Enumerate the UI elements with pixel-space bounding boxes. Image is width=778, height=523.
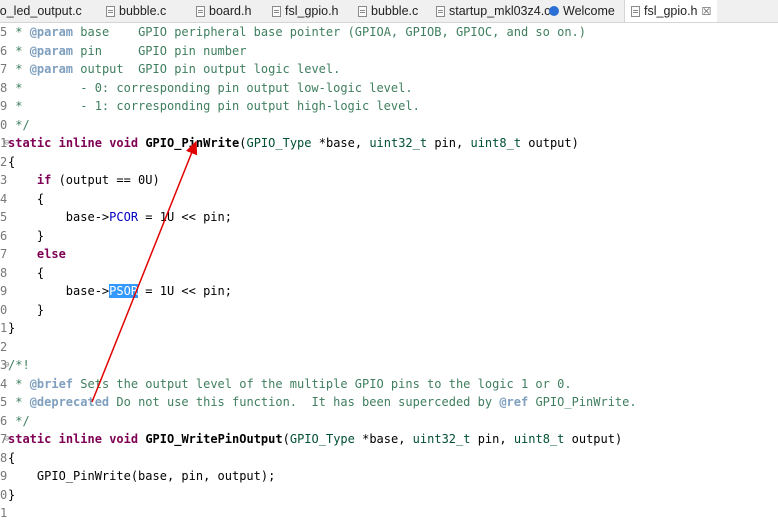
code-line[interactable]: 1	[0, 504, 778, 523]
code-line[interactable]: 3 ⊖/*!	[0, 356, 778, 375]
tab-fsl-gpio-h-active[interactable]: fsl_gpio.h ☒	[624, 0, 718, 22]
code-text: * @param output GPIO pin output logic le…	[8, 62, 341, 76]
code-text: }	[8, 228, 45, 243]
tab-label: board.h	[209, 4, 252, 18]
tab-board-h[interactable]: board.h	[196, 0, 251, 22]
code-text: {	[8, 191, 45, 206]
code-text: * - 0: corresponding pin output low-logi…	[8, 80, 413, 95]
code-line[interactable]: 7 * @param output GPIO pin output logic …	[0, 60, 778, 79]
code-line[interactable]: 9 * - 1: corresponding pin output high-l…	[0, 97, 778, 116]
code-line[interactable]: 8 * - 0: corresponding pin output low-lo…	[0, 79, 778, 98]
code-line[interactable]: 1 ⊖ static inline void GPIO_PinWrite(GPIO_…	[0, 134, 778, 153]
globe-icon	[549, 6, 559, 16]
tab-label: bubble.c	[119, 4, 167, 18]
code-text: {	[8, 154, 16, 169]
code-text: }	[8, 302, 45, 317]
code-line[interactable]: 0}	[0, 486, 778, 505]
code-text: else	[36, 247, 66, 261]
h-file-icon	[196, 6, 205, 17]
code-text: */	[8, 117, 30, 132]
code-text: * @deprecated Do not use this function. …	[8, 395, 637, 409]
tab-bubble-c-2[interactable]: bubble.c	[358, 0, 418, 22]
c-file-icon	[358, 6, 367, 17]
editor-tab-bar: io_led_output.c bubble.c board.h fsl_gpi…	[0, 0, 778, 23]
code-line[interactable]: 9 base->PSOR = 1U << pin;	[0, 282, 778, 301]
code-line[interactable]: 6 */	[0, 412, 778, 431]
code-text: if (output == 0U)	[36, 173, 160, 187]
code-text: * - 1: corresponding pin output high-log…	[8, 99, 420, 113]
code-line[interactable]: 6 * @param pin GPIO pin number	[0, 42, 778, 61]
code-line[interactable]: 6 }	[0, 227, 778, 246]
code-text: {	[8, 265, 45, 280]
code-line[interactable]: 7 else	[0, 245, 778, 264]
line-number: 1	[0, 506, 8, 520]
code-text: base->PCOR = 1U << pin;	[8, 210, 232, 224]
code-editor[interactable]: 5 * @param base GPIO peripheral base poi…	[0, 23, 778, 523]
tab-bubble-c[interactable]: bubble.c	[106, 0, 166, 22]
code-line[interactable]: 8{	[0, 449, 778, 468]
tab-label: startup_mkl03z4.c	[449, 4, 551, 18]
code-text: GPIO_PinWrite(base, pin, output);	[8, 469, 276, 483]
code-text: */	[8, 413, 30, 428]
code-line[interactable]: 0 }	[0, 301, 778, 320]
tab-label: bubble.c	[371, 4, 419, 18]
code-line[interactable]: 5 * @deprecated Do not use this function…	[0, 393, 778, 412]
code-line[interactable]: 4 * @brief Sets the output level of the …	[0, 375, 778, 394]
code-line[interactable]: 5 base->PCOR = 1U << pin;	[0, 208, 778, 227]
tab-label: Welcome	[563, 4, 615, 18]
code-text: * @param base GPIO peripheral base point…	[8, 25, 586, 39]
code-line[interactable]: 2{	[0, 153, 778, 172]
code-text: base->PSOR = 1U << pin;	[8, 284, 232, 298]
c-file-icon	[436, 6, 445, 17]
code-line[interactable]: 9 GPIO_PinWrite(base, pin, output);	[0, 467, 778, 486]
code-text: * @param pin GPIO pin number	[8, 43, 247, 58]
line-number: 2	[0, 339, 8, 354]
tab-label: fsl_gpio.h	[644, 4, 698, 18]
tab-welcome[interactable]: Welcome	[549, 0, 615, 22]
h-file-icon	[631, 6, 640, 17]
tab-io-led-output[interactable]: io_led_output.c	[0, 0, 82, 22]
code-text: /*!	[8, 358, 30, 372]
tab-startup[interactable]: startup_mkl03z4.c	[436, 0, 550, 22]
tab-label: fsl_gpio.h	[285, 4, 339, 18]
tab-fsl-gpio-h[interactable]: fsl_gpio.h	[272, 0, 339, 22]
code-line[interactable]: 3 if (output == 0U)	[0, 171, 778, 190]
code-line[interactable]: 5 * @param base GPIO peripheral base poi…	[0, 23, 778, 42]
code-text: }	[8, 321, 16, 335]
close-icon[interactable]: ☒	[702, 6, 712, 18]
code-line[interactable]: 8 {	[0, 264, 778, 283]
code-line[interactable]: 1}	[0, 319, 778, 338]
code-text: }	[8, 487, 16, 502]
code-text: {	[8, 450, 16, 465]
tab-label: io_led_output.c	[0, 4, 82, 18]
c-file-icon	[106, 6, 115, 17]
code-text: static inline void GPIO_PinWrite(GPIO_Ty…	[8, 136, 579, 150]
code-line[interactable]: 4 {	[0, 190, 778, 209]
code-line[interactable]: 0 */	[0, 116, 778, 135]
code-text: * @brief Sets the output level of the mu…	[8, 376, 572, 391]
code-line[interactable]: 2	[0, 338, 778, 357]
h-file-icon	[272, 6, 281, 17]
